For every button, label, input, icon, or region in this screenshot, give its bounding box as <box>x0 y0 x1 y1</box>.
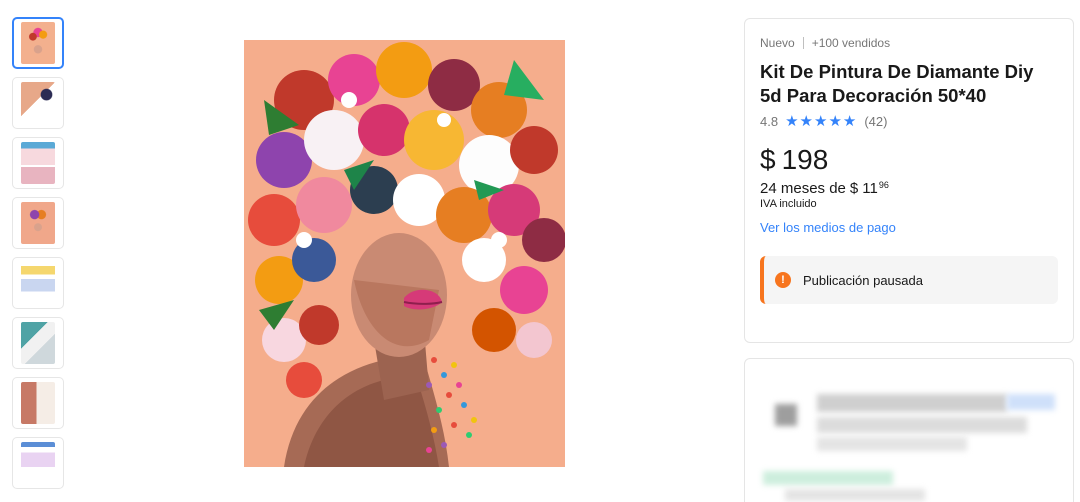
product-info-card: Nuevo +100 vendidos Kit De Pintura De Di… <box>744 18 1074 343</box>
star-icon: ★ <box>785 112 799 130</box>
rating-row[interactable]: 4.8 ★ ★ ★ ★ ★ (42) <box>760 112 1058 130</box>
sold-count: +100 vendidos <box>811 36 891 50</box>
thumbnail-image <box>21 322 55 364</box>
price: $ 198 <box>760 142 1058 178</box>
redacted-block <box>817 437 967 451</box>
thumbnail-image <box>21 22 55 64</box>
star-icon: ★ <box>842 112 857 130</box>
price-amount: 198 <box>781 144 829 175</box>
thumbnail[interactable] <box>12 197 64 249</box>
flower-woman-painting <box>244 40 565 467</box>
installment-amount: 11 <box>862 180 878 197</box>
thumbnail[interactable] <box>12 17 64 69</box>
installment-currency: $ <box>849 180 859 197</box>
redacted-block <box>1007 394 1055 410</box>
thumbnail-image <box>21 82 55 124</box>
product-title: Kit De Pintura De Diamante Diy 5d Para D… <box>760 61 1034 106</box>
tax-note: IVA incluido <box>760 198 817 210</box>
thumbnail[interactable] <box>12 137 64 189</box>
rating-stars: ★ ★ ★ ★ ★ <box>785 114 857 129</box>
star-icon: ★ <box>813 112 828 130</box>
separator <box>802 37 804 49</box>
condition-label: Nuevo <box>760 36 795 50</box>
thumbnail[interactable] <box>12 437 64 489</box>
main-product-image[interactable] <box>244 40 565 467</box>
thumbnail[interactable] <box>12 257 64 309</box>
thumbnail-image <box>21 442 55 484</box>
thumbnail[interactable] <box>12 317 64 369</box>
seller-info-card <box>744 358 1074 502</box>
redacted-block <box>817 394 1007 412</box>
review-count: (42) <box>864 113 888 129</box>
redacted-block <box>763 471 893 485</box>
thumbnail-image <box>21 382 55 424</box>
paused-alert: ! Publicación pausada <box>760 256 1058 304</box>
thumbnail-image <box>21 202 55 244</box>
thumbnail-list <box>12 17 66 497</box>
star-icon: ★ <box>799 112 813 130</box>
star-icon: ★ <box>828 112 842 130</box>
redacted-block <box>817 417 1027 433</box>
price-currency: $ <box>760 144 776 175</box>
installments: 24 meses de $ 11 96 <box>760 180 1058 197</box>
installment-cents: 96 <box>878 180 889 190</box>
installments-prefix: 24 meses de <box>760 180 846 197</box>
paused-alert-text: Publicación pausada <box>803 272 923 288</box>
payment-methods-link[interactable]: Ver los medios de pago <box>760 220 896 235</box>
redacted-block <box>785 489 925 501</box>
thumbnail[interactable] <box>12 77 64 129</box>
product-subtitle: Nuevo +100 vendidos <box>760 35 1058 51</box>
thumbnail-image <box>21 142 55 184</box>
rating-value: 4.8 <box>760 113 779 129</box>
thumbnail[interactable] <box>12 377 64 429</box>
seller-logo <box>775 404 797 426</box>
warning-icon: ! <box>775 272 791 288</box>
thumbnail-image <box>21 262 55 304</box>
